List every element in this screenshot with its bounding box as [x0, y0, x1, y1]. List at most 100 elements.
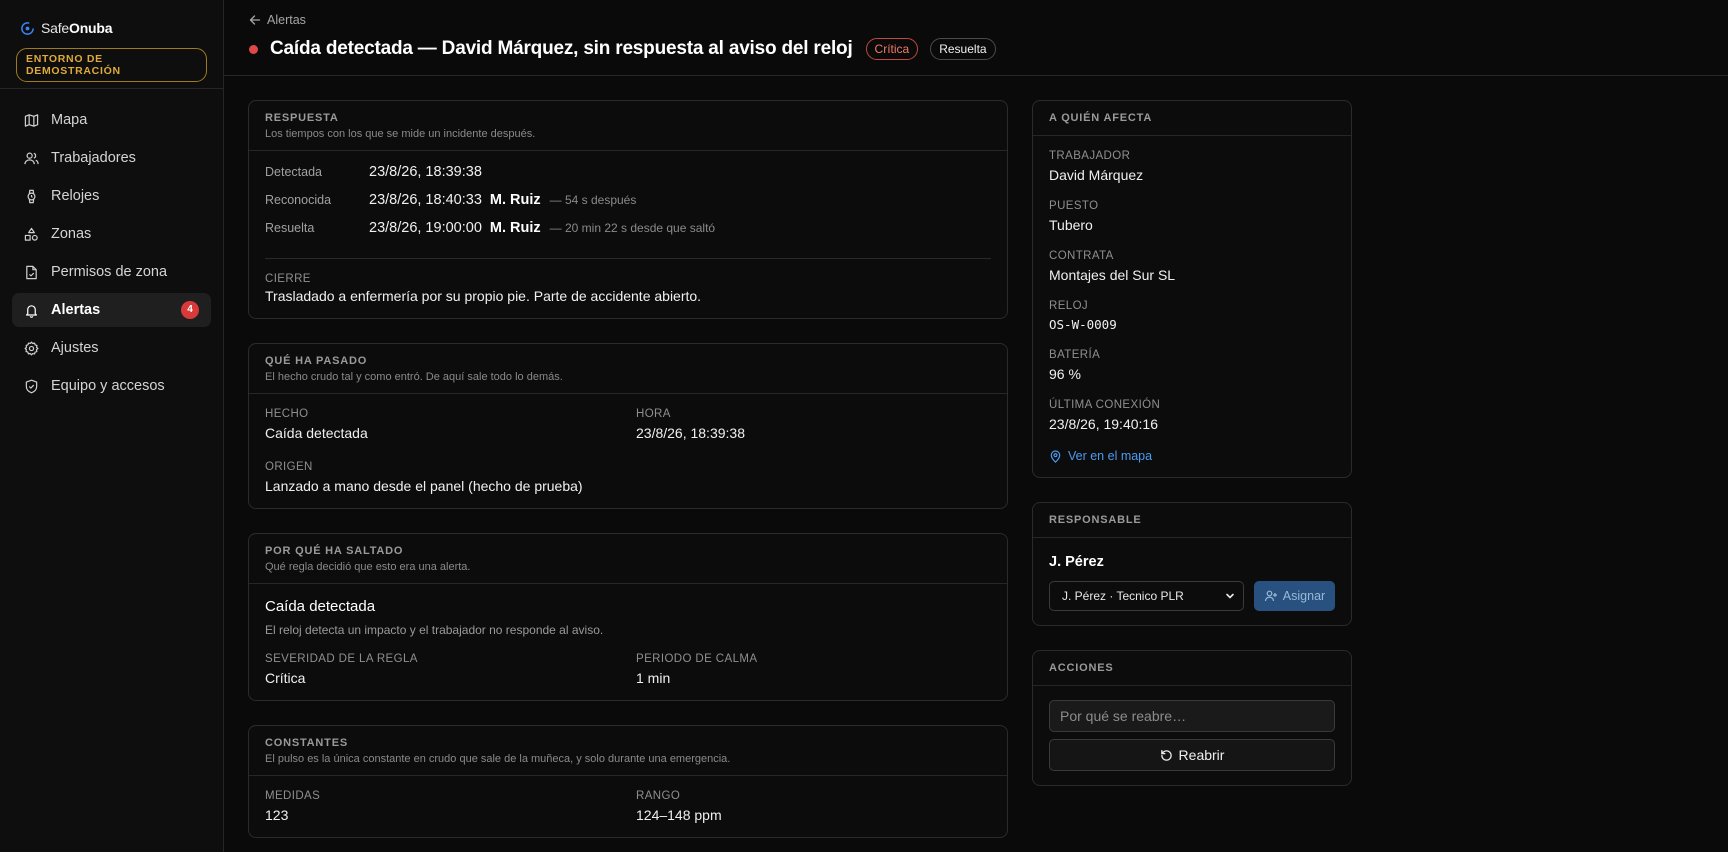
sidebar-item-label: Trabajadores: [51, 150, 136, 166]
shield-check-icon: [25, 379, 38, 393]
card-body: Reabrir: [1033, 686, 1351, 785]
assign-button[interactable]: Asignar: [1254, 581, 1335, 611]
sidebar-item-label: Ajustes: [51, 340, 99, 356]
sidebar-item-label: Permisos de zona: [51, 264, 168, 280]
assign-button-label: Asignar: [1282, 589, 1326, 603]
sidebar-item-alertas[interactable]: Alertas 4: [12, 293, 211, 327]
ver-en-el-mapa-link[interactable]: Ver en el mapa: [1049, 449, 1335, 463]
puesto-field: PUESTO Tubero: [1049, 200, 1335, 233]
timeline-user: M. Ruiz: [489, 220, 541, 236]
field-label: PUESTO: [1049, 200, 1099, 212]
reopen-reason-input[interactable]: [1049, 700, 1335, 732]
hecho-field: HECHO Caída detectada: [265, 408, 636, 441]
field-label: SEVERIDAD DE LA REGLA: [265, 653, 418, 665]
sidebar-nav: Mapa Trabajadores Relojes Zonas Permisos…: [0, 89, 223, 421]
main-content: Alertas Caída detectada — David Márquez,…: [224, 0, 1728, 852]
sidebar-item-trabajadores[interactable]: Trabajadores: [12, 141, 211, 175]
divider: [265, 258, 991, 259]
contrata-field: CONTRATA Montajes del Sur SL: [1049, 250, 1335, 283]
title-row: Caída detectada — David Márquez, sin res…: [249, 38, 1704, 60]
field-label: TRABAJADOR: [1049, 150, 1131, 162]
sidebar-item-ajustes[interactable]: Ajustes: [12, 331, 211, 365]
severidad-field: SEVERIDAD DE LA REGLA Crítica: [265, 653, 636, 686]
trabajador-field: TRABAJADOR David Márquez: [1049, 150, 1335, 183]
timeline-time: 23/8/26, 18:39:38: [369, 164, 482, 180]
sidebar-item-label: Alertas: [51, 302, 101, 318]
card-header: A QUIÉN AFECTA: [1033, 101, 1351, 136]
back-link-label: Alertas: [267, 13, 306, 27]
bateria-field: BATERÍA 96 %: [1049, 349, 1335, 382]
card-title: QUÉ HA PASADO: [265, 355, 368, 367]
field-value: OS-W-0009: [1049, 317, 1117, 332]
back-link[interactable]: Alertas: [249, 12, 1704, 28]
brand-logo[interactable]: SafeOnuba: [20, 18, 207, 38]
acciones-card: ACCIONES Reabrir: [1032, 650, 1352, 786]
field-value: David Márquez: [1049, 167, 1144, 183]
card-subtitle: Qué regla decidió que esto era una alert…: [265, 561, 471, 573]
chevron-down-icon: [1226, 593, 1234, 599]
brand-name: SafeOnuba: [41, 20, 113, 36]
sidebar-item-label: Mapa: [51, 112, 88, 128]
sidebar-item-zonas[interactable]: Zonas: [12, 217, 211, 251]
fields-grid: MEDIDAS 123 RANGO 124–148 ppm: [265, 790, 991, 823]
field-value: 123: [265, 807, 289, 823]
responsable-select[interactable]: J. Pérez · Tecnico PLR: [1049, 581, 1244, 611]
field-value: Lanzado a mano desde el panel (hecho de …: [265, 478, 583, 494]
constantes-card: CONSTANTES El pulso es la única constant…: [248, 725, 1008, 838]
field-label: BATERÍA: [1049, 349, 1101, 361]
por-que-ha-saltado-card: POR QUÉ HA SALTADO Qué regla decidió que…: [248, 533, 1008, 701]
sidebar-item-mapa[interactable]: Mapa: [12, 103, 211, 137]
field-value: 124–148 ppm: [636, 807, 722, 823]
sidebar-item-equipo-y-accesos[interactable]: Equipo y accesos: [12, 369, 211, 403]
reopen-button[interactable]: Reabrir: [1049, 739, 1335, 771]
card-header: CONSTANTES El pulso es la única constant…: [249, 726, 1007, 776]
sidebar-item-label: Relojes: [51, 188, 100, 204]
timeline-label: Detectada: [265, 165, 322, 179]
cierre-text: Trasladado a enfermería por su propio pi…: [265, 288, 702, 304]
reloj-field: RELOJ OS-W-0009: [1049, 300, 1335, 332]
sidebar-item-label: Equipo y accesos: [51, 378, 165, 394]
card-body: HECHO Caída detectada HORA 23/8/26, 18:3…: [249, 394, 1007, 508]
timeline-row-detectada: Detectada 23/8/26, 18:39:38: [265, 164, 991, 192]
card-header: QUÉ HA PASADO El hecho crudo tal y como …: [249, 344, 1007, 394]
card-subtitle: El pulso es la única constante en crudo …: [265, 753, 731, 765]
card-title: A QUIÉN AFECTA: [1049, 112, 1153, 124]
brand: SafeOnuba ENTORNO DE DEMOSTRACIÓN: [0, 0, 223, 89]
field-label: ORIGEN: [265, 461, 313, 473]
field-value: 23/8/26, 18:39:38: [636, 425, 745, 441]
sidebar-item-permisos-de-zona[interactable]: Permisos de zona: [12, 255, 211, 289]
que-ha-pasado-card: QUÉ HA PASADO El hecho crudo tal y como …: [248, 343, 1008, 509]
field-value: Montajes del Sur SL: [1049, 267, 1176, 283]
field-value: Tubero: [1049, 217, 1093, 233]
logo-icon: [21, 21, 34, 35]
card-body: J. Pérez J. Pérez · Tecnico PLR Asignar: [1033, 538, 1351, 625]
fields-grid: SEVERIDAD DE LA REGLA Crítica PERIODO DE…: [265, 653, 991, 686]
timeline-label: Resuelta: [265, 221, 315, 235]
severity-badge: Crítica: [865, 38, 919, 60]
field-label: ÚLTIMA CONEXIÓN: [1049, 399, 1161, 411]
user-plus-icon: [1264, 590, 1277, 602]
page-header: Alertas Caída detectada — David Márquez,…: [224, 0, 1728, 76]
status-badge: Resuelta: [930, 38, 996, 60]
brand-name-bold: Onuba: [69, 20, 113, 36]
field-label: RELOJ: [1049, 300, 1089, 312]
assign-row: J. Pérez · Tecnico PLR Asignar: [1049, 581, 1335, 611]
timeline-time: 23/8/26, 18:40:33: [369, 192, 482, 208]
users-icon: [24, 152, 39, 164]
map-link-label: Ver en el mapa: [1068, 449, 1153, 463]
page-title: Caída detectada — David Márquez, sin res…: [270, 38, 853, 59]
right-column: A QUIÉN AFECTA TRABAJADOR David Márquez …: [1032, 100, 1352, 810]
field-label: HORA: [636, 408, 671, 420]
responsable-name: J. Pérez: [1049, 554, 1104, 570]
ultima-conexion-field: ÚLTIMA CONEXIÓN 23/8/26, 19:40:16: [1049, 399, 1335, 432]
card-body: MEDIDAS 123 RANGO 124–148 ppm: [249, 776, 1007, 837]
field-label: MEDIDAS: [265, 790, 321, 802]
sidebar-item-relojes[interactable]: Relojes: [12, 179, 211, 213]
card-body: Caída detectada El reloj detecta un impa…: [249, 584, 1007, 700]
arrow-left-icon: [249, 15, 261, 25]
rule-name: Caída detectada: [265, 598, 376, 615]
field-label: HECHO: [265, 408, 309, 420]
card-header: POR QUÉ HA SALTADO Qué regla decidió que…: [249, 534, 1007, 584]
reopen-button-label: Reabrir: [1178, 747, 1225, 763]
field-value: 1 min: [636, 670, 671, 686]
